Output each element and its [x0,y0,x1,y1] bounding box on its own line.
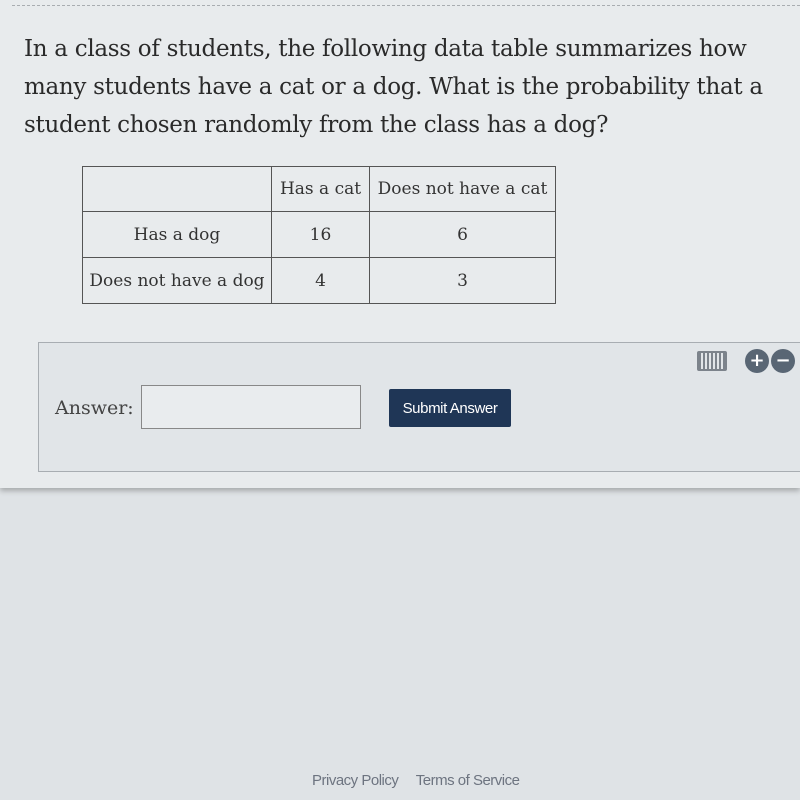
data-table: Has a cat Does not have a cat Has a dog … [82,166,556,304]
table-cell: 4 [271,257,370,304]
row-label: Has a dog [82,211,272,258]
answer-label: Answer: [55,397,134,419]
keyboard-icon[interactable] [697,351,727,371]
answer-panel: + − Answer: Submit Answer [38,342,800,472]
table-cell: 3 [369,257,556,304]
table-cell: 16 [271,211,370,258]
table-row: Has a dog 16 6 [82,211,556,258]
privacy-policy-link[interactable]: Privacy Policy [312,772,399,789]
question-text: In a class of students, the following da… [24,36,763,138]
divider [12,5,800,6]
footer: Privacy Policy Terms of Service [312,772,533,789]
zoom-in-icon[interactable]: + [745,349,769,373]
zoom-out-icon[interactable]: − [771,349,795,373]
table-row: Does not have a dog 4 3 [82,257,556,304]
answer-input[interactable] [141,385,361,429]
table-header-row: Has a cat Does not have a cat [82,166,556,212]
terms-of-service-link[interactable]: Terms of Service [416,772,520,789]
question-card: In a class of students, the following da… [0,0,800,488]
row-label: Does not have a dog [82,257,272,304]
table-header-empty [82,166,272,212]
table-header: Has a cat [271,166,370,212]
table-cell: 6 [369,211,556,258]
table-header: Does not have a cat [369,166,556,212]
submit-answer-button[interactable]: Submit Answer [389,389,511,427]
